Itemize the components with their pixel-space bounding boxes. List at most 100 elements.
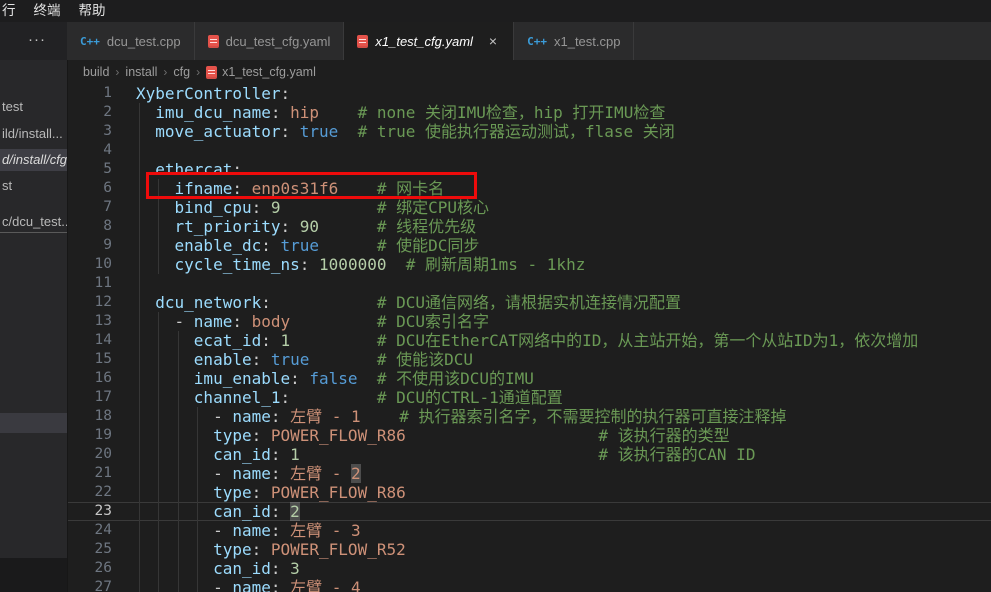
tab-dcu_test_cpp[interactable]: C++ dcu_test.cpp xyxy=(67,22,195,60)
sidebar-item-1[interactable]: test xyxy=(0,96,67,118)
code-line[interactable]: 19 type: POWER_FLOW_R86 # 该执行器的类型 xyxy=(68,426,991,445)
code-line[interactable]: 7 bind_cpu: 9 # 绑定CPU核心 xyxy=(68,198,991,217)
code-line[interactable]: 25 type: POWER_FLOW_R52 xyxy=(68,540,991,559)
token: : xyxy=(252,350,262,369)
indent-guide xyxy=(139,540,140,559)
code-line[interactable]: 15 enable: true # 使能该DCU xyxy=(68,350,991,369)
code-line[interactable]: 22 type: POWER_FLOW_R86 xyxy=(68,483,991,502)
token: # DCU的CTRL-1通道配置 xyxy=(290,388,563,407)
line-content: dcu_network: # DCU通信网络，请根据实机连接情况配置 xyxy=(136,293,991,312)
editor[interactable]: build›install›cfg›x1_test_cfg.yaml 1Xybe… xyxy=(67,60,991,592)
token: : xyxy=(271,445,281,464)
indent-guide xyxy=(178,388,179,407)
menu-item-0[interactable]: 行 xyxy=(0,0,25,22)
indent-guide xyxy=(139,521,140,540)
yaml-file-icon xyxy=(208,35,219,48)
tab-dcu_test_cfg_yaml[interactable]: dcu_test_cfg.yaml xyxy=(195,22,345,60)
code-line[interactable]: 10 cycle_time_ns: 1000000 # 刷新周期1ms - 1k… xyxy=(68,255,991,274)
cpp-file-icon: C++ xyxy=(527,35,547,48)
indent-guide xyxy=(158,369,159,388)
token: type xyxy=(136,483,252,502)
line-number: 21 xyxy=(68,464,112,483)
code-line[interactable]: 17 channel_1: # DCU的CTRL-1通道配置 xyxy=(68,388,991,407)
code-line[interactable]: 26 can_id: 3 xyxy=(68,559,991,578)
token: # 线程优先级 xyxy=(319,217,476,236)
line-content: enable: true # 使能该DCU xyxy=(136,350,991,369)
token: : xyxy=(281,388,291,407)
sidebar-item-2[interactable]: ild/install... xyxy=(0,123,67,145)
code-line[interactable]: 16 imu_enable: false # 不使用该DCU的IMU xyxy=(68,369,991,388)
code-line[interactable]: 27 - name: 左臂 - 4 xyxy=(68,578,991,592)
code-line[interactable]: 5 ethercat: xyxy=(68,160,991,179)
tab-x1_test_cfg_yaml[interactable]: x1_test_cfg.yaml× xyxy=(344,22,514,60)
token: POWER_FLOW_R86 xyxy=(261,426,406,445)
line-number: 26 xyxy=(68,559,112,578)
token: move_actuator xyxy=(136,122,281,141)
line-number: 1 xyxy=(68,84,112,103)
breadcrumb-file[interactable]: x1_test_cfg.yaml xyxy=(206,65,316,79)
token: 3 xyxy=(281,559,300,578)
token: : xyxy=(252,540,262,559)
line-number: 18 xyxy=(68,407,112,426)
token: 1 xyxy=(271,331,290,350)
indent-guide xyxy=(158,445,159,464)
code-line[interactable]: 9 enable_dc: true # 使能DC同步 xyxy=(68,236,991,255)
token: : xyxy=(271,502,281,521)
line-number: 25 xyxy=(68,540,112,559)
sidebar-header: ··· xyxy=(0,22,67,60)
indent-guide xyxy=(158,407,159,426)
line-number: 7 xyxy=(68,198,112,217)
token: : xyxy=(252,198,262,217)
token: imu_dcu_name xyxy=(136,103,271,122)
token: # 不使用该DCU的IMU xyxy=(358,369,534,388)
breadcrumb-segment-0[interactable]: build xyxy=(83,65,109,79)
close-icon[interactable]: × xyxy=(486,33,500,49)
code-line[interactable]: 11 xyxy=(68,274,991,293)
code-line[interactable]: 6 ifname: enp0s31f6 # 网卡名 xyxy=(68,179,991,198)
breadcrumb-separator: › xyxy=(115,65,119,79)
sidebar-item-5[interactable]: c/dcu_test... xyxy=(0,211,67,233)
tab-x1_test_cpp[interactable]: C++x1_test.cpp xyxy=(514,22,634,60)
code-line[interactable]: 13 - name: body # DCU索引名字 xyxy=(68,312,991,331)
menu-item-1[interactable]: 终端 xyxy=(25,0,70,22)
code-line[interactable]: 8 rt_priority: 90 # 线程优先级 xyxy=(68,217,991,236)
token: can_id xyxy=(136,559,271,578)
code-line[interactable]: 21 - name: 左臂 - 2 xyxy=(68,464,991,483)
code-line[interactable]: 3 move_actuator: true # true 使能执行器运动测试，f… xyxy=(68,122,991,141)
code-line[interactable]: 4 xyxy=(68,141,991,160)
line-content: move_actuator: true # true 使能执行器运动测试，fla… xyxy=(136,122,991,141)
line-content: cycle_time_ns: 1000000 # 刷新周期1ms - 1khz xyxy=(136,255,991,274)
token: : xyxy=(271,103,281,122)
token: : xyxy=(261,331,271,350)
tab-label: dcu_test.cpp xyxy=(107,34,181,49)
breadcrumb-segment-1[interactable]: install xyxy=(125,65,157,79)
indent-guide xyxy=(139,179,140,198)
code-line[interactable]: 14 ecat_id: 1 # DCU在EtherCAT网络中的ID，从主站开始… xyxy=(68,331,991,350)
indent-guide xyxy=(139,502,140,521)
sidebar-item-4[interactable]: st xyxy=(0,175,67,197)
token: name xyxy=(232,521,271,540)
token: name xyxy=(232,578,271,592)
code-line[interactable]: 20 can_id: 1 # 该执行器的CAN ID xyxy=(68,445,991,464)
more-actions-icon[interactable]: ··· xyxy=(28,31,46,48)
code-line[interactable]: 24 - name: 左臂 - 3 xyxy=(68,521,991,540)
breadcrumb-segment-2[interactable]: cfg xyxy=(173,65,190,79)
indent-guide xyxy=(158,559,159,578)
code-line[interactable]: 23 can_id: 2 xyxy=(68,502,991,521)
code-line[interactable]: 2 imu_dcu_name: hip # none 关闭IMU检查，hip 打… xyxy=(68,103,991,122)
code-line[interactable]: 18 - name: 左臂 - 1 # 执行器索引名字，不需要控制的执行器可直接… xyxy=(68,407,991,426)
cpp-file-icon: C++ xyxy=(80,35,100,48)
menu-item-2[interactable]: 帮助 xyxy=(70,0,115,22)
sidebar-item-3[interactable]: d/install/cfg xyxy=(0,149,67,171)
token: 90 xyxy=(290,217,319,236)
yaml-file-icon xyxy=(206,66,217,79)
code-line[interactable]: 1XyberController: xyxy=(68,84,991,103)
line-number: 23 xyxy=(68,502,112,521)
token: true xyxy=(290,122,338,141)
indent-guide xyxy=(139,464,140,483)
indent-guide xyxy=(158,521,159,540)
indent-guide xyxy=(139,141,140,160)
sidebar-highlight-band[interactable] xyxy=(0,413,67,433)
line-number: 5 xyxy=(68,160,112,179)
code-line[interactable]: 12 dcu_network: # DCU通信网络，请根据实机连接情况配置 xyxy=(68,293,991,312)
